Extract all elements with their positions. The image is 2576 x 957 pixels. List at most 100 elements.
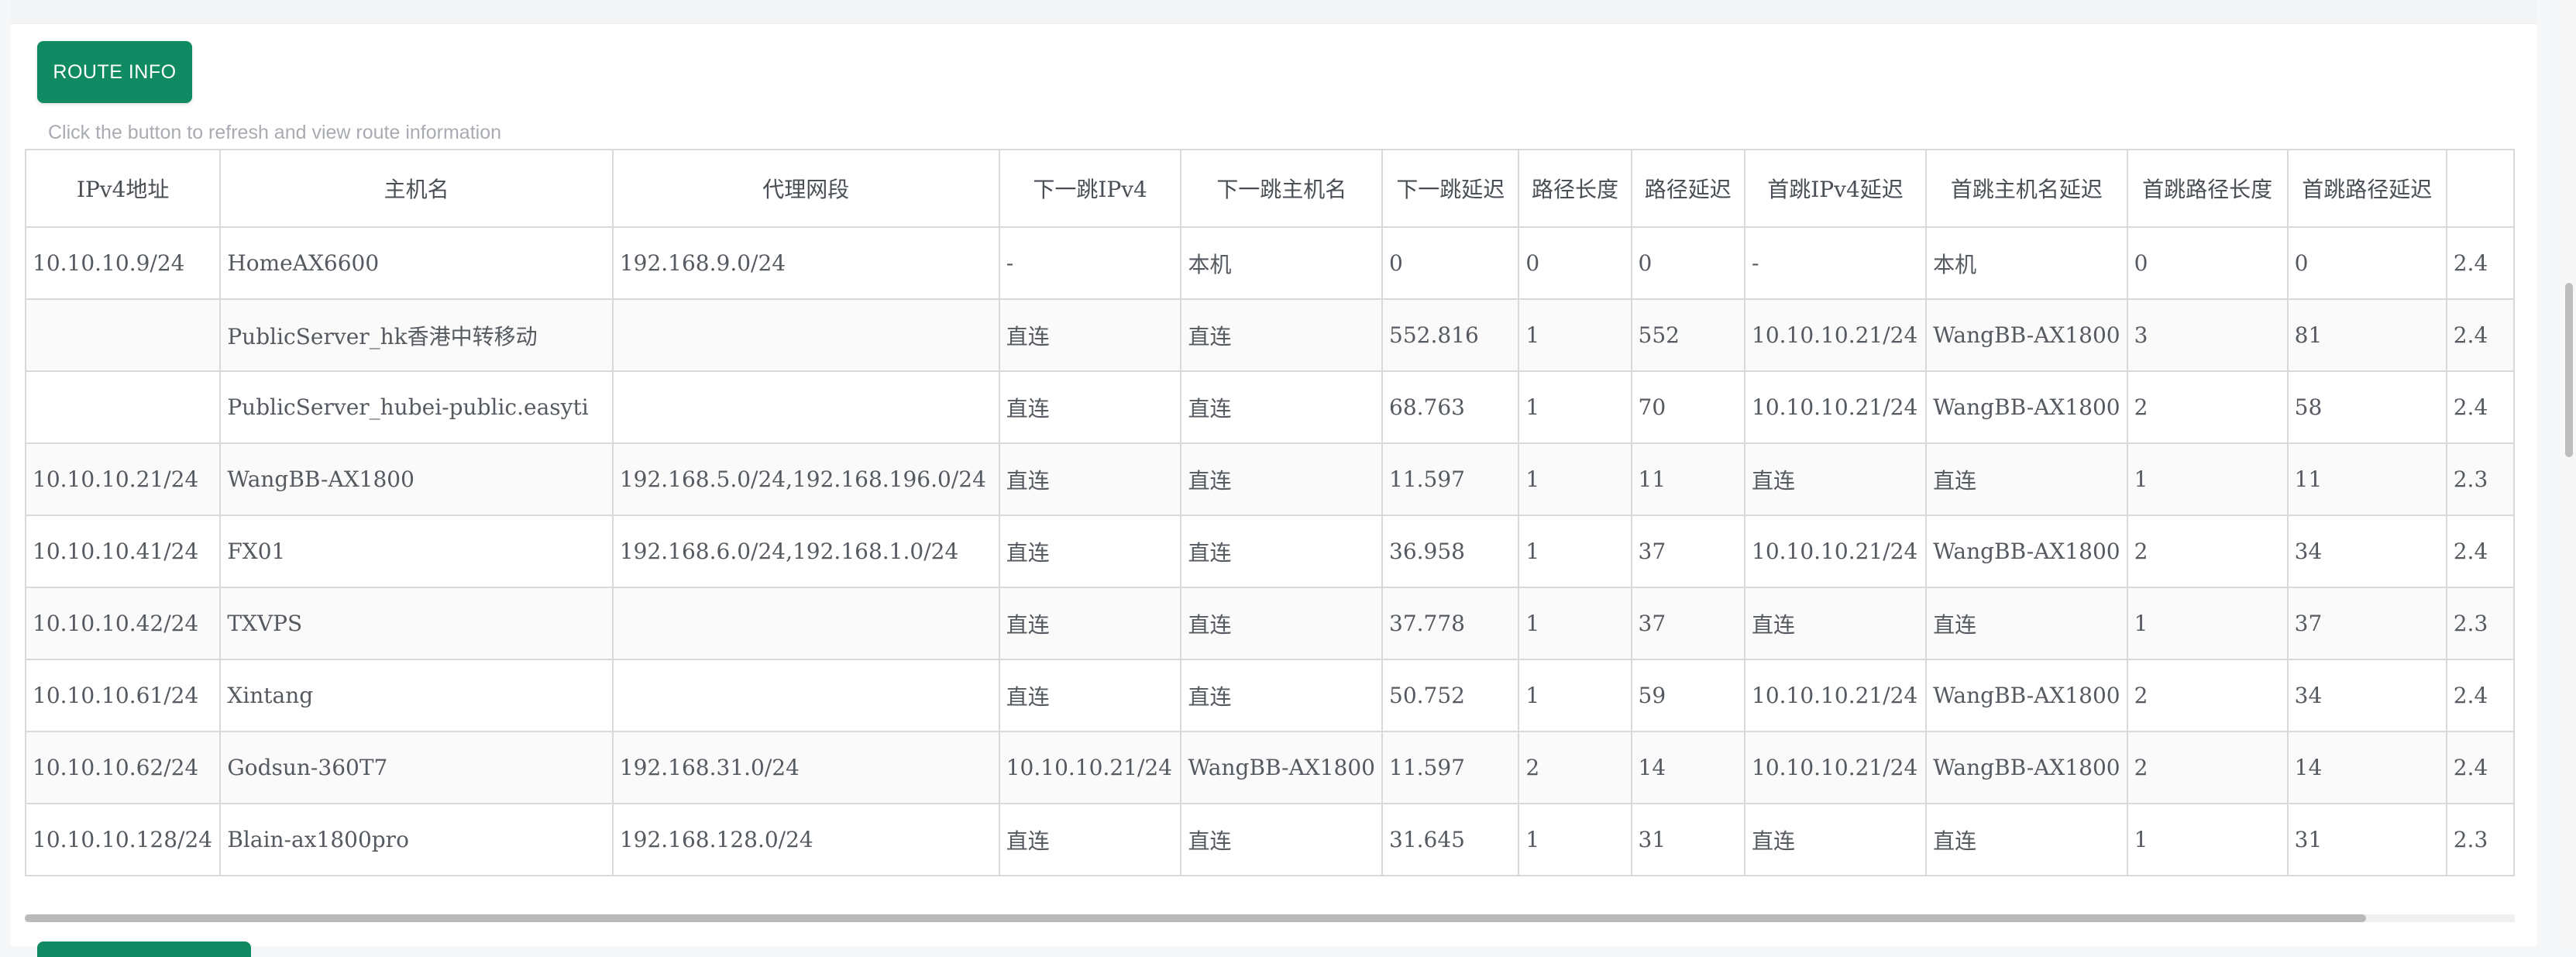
table-cell: 34 bbox=[2286, 659, 2447, 732]
table-cell: WangBB-AX1800 bbox=[1925, 731, 2128, 804]
table-cell: 本机 bbox=[1925, 226, 2128, 300]
table-cell: 14 bbox=[2286, 731, 2447, 804]
column-header: IPv4地址 bbox=[25, 149, 222, 228]
table-cell: 0 bbox=[1630, 226, 1746, 300]
route-table-container[interactable]: IPv4地址 主机名 代理网段 下一跳IPv4 下一跳主机名 下一跳延迟 路径长度 路径延迟首… bbox=[25, 149, 2515, 914]
table-cell: 1 bbox=[2126, 587, 2289, 660]
table-cell: 直连 bbox=[998, 659, 1182, 732]
table-cell: 10.10.10.21/24 bbox=[1743, 298, 1928, 372]
table-row[interactable]: 10.10.10.62/24 Godsun-360T7 192.168.31.0/2… bbox=[25, 731, 2515, 804]
table-cell: 直连 bbox=[1180, 515, 1383, 588]
table-cell: 37 bbox=[1630, 515, 1746, 588]
table-header-row: IPv4地址 主机名 代理网段 下一跳IPv4 下一跳主机名 下一跳延迟 路径长度 路径延迟首… bbox=[25, 149, 2515, 228]
table-cell: 1 bbox=[1518, 659, 1632, 732]
table-cell: 直连 bbox=[998, 442, 1182, 516]
table-cell: 70 bbox=[1630, 370, 1746, 444]
table-cell: 10.10.10.62/24 bbox=[25, 731, 222, 804]
table-cell: 10.10.10.21/24 bbox=[998, 731, 1182, 804]
table-cell: 直连 bbox=[1743, 803, 1928, 876]
table-row[interactable]: 10.10.10.41/24 FX01 192.168.6.0/24,192.168… bbox=[25, 515, 2515, 588]
table-cell: Xintang bbox=[219, 659, 614, 732]
table-cell: 31.645 bbox=[1381, 803, 1520, 876]
table-cell: 10.10.10.21/24 bbox=[1743, 659, 1928, 732]
table-cell: 10.10.10.21/24 bbox=[1743, 370, 1928, 444]
table-cell: 37.778 bbox=[1381, 587, 1520, 660]
table-cell: 10.10.10.61/24 bbox=[25, 659, 222, 732]
column-header: 下一跳主机名 bbox=[1180, 149, 1383, 228]
column-header: 下一跳IPv4 bbox=[998, 149, 1182, 228]
table-cell: 11.597 bbox=[1381, 731, 1520, 804]
table-cell: 2.3 bbox=[2445, 587, 2515, 660]
column-header: 代理网段 bbox=[611, 149, 1000, 228]
table-cell: 直连 bbox=[998, 515, 1182, 588]
table-cell: 1 bbox=[2126, 442, 2289, 516]
table-cell: 2 bbox=[2126, 731, 2289, 804]
table-cell: 2.4 bbox=[2445, 298, 2515, 372]
table-cell: 1 bbox=[1518, 515, 1632, 588]
table-cell: WangBB-AX1800 bbox=[1925, 370, 2128, 444]
table-cell: 2.3 bbox=[2445, 803, 2515, 876]
table-cell: 1 bbox=[2126, 803, 2289, 876]
table-cell: 2.4 bbox=[2445, 659, 2515, 732]
table-cell: 34 bbox=[2286, 515, 2447, 588]
table-cell: 10.10.10.42/24 bbox=[25, 587, 222, 660]
table-cell: 192.168.9.0/24 bbox=[611, 226, 1000, 300]
table-cell: 37 bbox=[2286, 587, 2447, 660]
column-header: 路径延迟 bbox=[1630, 149, 1746, 228]
table-cell: 直连 bbox=[1925, 587, 2128, 660]
table-cell: 直连 bbox=[1925, 442, 2128, 516]
column-header: 首跳IPv4延迟 bbox=[1743, 149, 1928, 228]
table-cell: 14 bbox=[1630, 731, 1746, 804]
table-cell: 0 bbox=[2286, 226, 2447, 300]
table-cell: 11 bbox=[1630, 442, 1746, 516]
next-action-button-partial[interactable] bbox=[37, 942, 251, 957]
table-cell: PublicServer_hk香港中转移动 bbox=[219, 298, 614, 372]
table-cell: 直连 bbox=[998, 370, 1182, 444]
table-cell: 2 bbox=[2126, 659, 2289, 732]
table-row[interactable]: PublicServer_hubei-public.easyti 直连 直连 68.7… bbox=[25, 370, 2515, 444]
table-cell: 10.10.10.41/24 bbox=[25, 515, 222, 588]
table-cell: 68.763 bbox=[1381, 370, 1520, 444]
table-cell: HomeAX6600 bbox=[219, 226, 614, 300]
table-row[interactable]: 10.10.10.42/24 TXVPS 直连 直连 37.778 1 37 直连 直连 1 37 2… bbox=[25, 587, 2515, 660]
table-cell bbox=[25, 370, 222, 444]
table-row[interactable]: 10.10.10.61/24 Xintang 直连 直连 50.752 1 59 10.10.… bbox=[25, 659, 2515, 732]
column-header: 下一跳延迟 bbox=[1381, 149, 1520, 228]
table-cell: 2.4 bbox=[2445, 370, 2515, 444]
table-cell: 11.597 bbox=[1381, 442, 1520, 516]
table-row[interactable]: 10.10.10.128/24 Blain-ax1800pro 192.168.12… bbox=[25, 803, 2515, 876]
table-row[interactable]: 10.10.10.21/24 WangBB-AX1800 192.168.5.0/2… bbox=[25, 442, 2515, 516]
table-cell: FX01 bbox=[219, 515, 614, 588]
route-info-button[interactable]: ROUTE INFO bbox=[37, 41, 192, 103]
table-cell: 2 bbox=[2126, 370, 2289, 444]
table-cell: 直连 bbox=[1925, 803, 2128, 876]
table-cell: 直连 bbox=[998, 803, 1182, 876]
column-header: 首跳主机名延迟 bbox=[1925, 149, 2128, 228]
table-cell: Godsun-360T7 bbox=[219, 731, 614, 804]
column-header: 主机名 bbox=[219, 149, 614, 228]
table-row[interactable]: 10.10.10.9/24 HomeAX6600 192.168.9.0/24- 本机… bbox=[25, 226, 2515, 300]
vertical-scrollbar-thumb[interactable] bbox=[2565, 283, 2573, 457]
table-cell: 36.958 bbox=[1381, 515, 1520, 588]
table-cell: 37 bbox=[1630, 587, 1746, 660]
table-cell: 50.752 bbox=[1381, 659, 1520, 732]
table-cell: 1 bbox=[1518, 587, 1632, 660]
table-cell: WangBB-AX1800 bbox=[1925, 659, 2128, 732]
table-cell bbox=[611, 370, 1000, 444]
horizontal-scrollbar-thumb[interactable] bbox=[25, 914, 2366, 922]
horizontal-scrollbar[interactable] bbox=[25, 914, 2515, 922]
table-cell: 直连 bbox=[1180, 803, 1383, 876]
table-cell: 本机 bbox=[1180, 226, 1383, 300]
table-cell: 10.10.10.21/24 bbox=[25, 442, 222, 516]
table-row[interactable]: PublicServer_hk香港中转移动 直连 直连 552.816 1 552 10.1… bbox=[25, 298, 2515, 372]
route-table: IPv4地址 主机名 代理网段 下一跳IPv4 下一跳主机名 下一跳延迟 路径长度 路径延迟首… bbox=[25, 149, 2515, 876]
table-cell: 1 bbox=[1518, 298, 1632, 372]
table-cell: WangBB-AX1800 bbox=[1925, 298, 2128, 372]
table-cell: 2.4 bbox=[2445, 731, 2515, 804]
vertical-scrollbar[interactable] bbox=[2561, 0, 2576, 946]
table-cell: 2.4 bbox=[2445, 226, 2515, 300]
table-cell: PublicServer_hubei-public.easyti bbox=[219, 370, 614, 444]
table-cell bbox=[611, 298, 1000, 372]
table-cell: 直连 bbox=[1180, 298, 1383, 372]
table-cell bbox=[611, 659, 1000, 732]
